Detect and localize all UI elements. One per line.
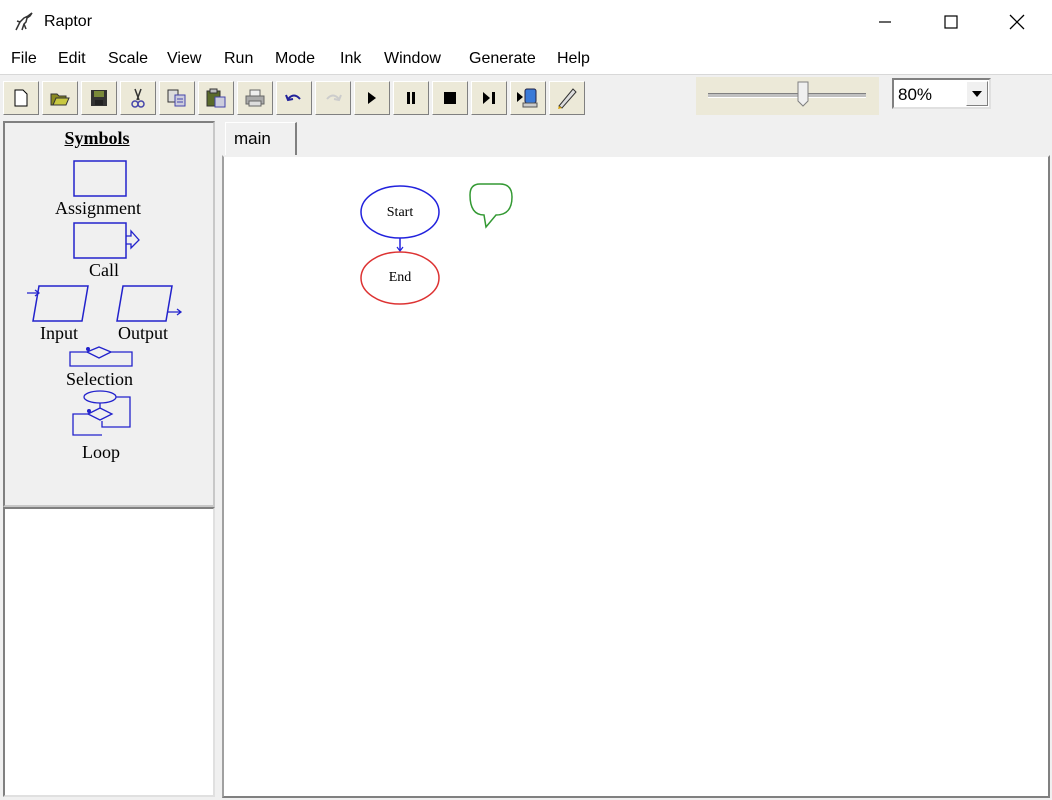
step-icon: [483, 92, 495, 104]
redo-icon: [326, 94, 342, 102]
minimize-button[interactable]: [852, 0, 918, 44]
end-node-label: End: [388, 270, 412, 285]
new-button[interactable]: [3, 81, 39, 115]
window-title: Raptor: [44, 13, 93, 30]
copy-icon: [167, 89, 186, 107]
step-button[interactable]: [471, 81, 507, 115]
raptor-logo-icon: [15, 12, 33, 31]
paste-icon: [206, 88, 226, 108]
close-icon: [1009, 14, 1025, 30]
paste-button[interactable]: [198, 81, 234, 115]
flowchart-canvas[interactable]: Start End: [222, 155, 1050, 798]
pause-icon: [407, 92, 415, 104]
symbols-panel: Symbols Assignment Call Input Output Sel…: [3, 121, 215, 507]
menu-help[interactable]: Help: [557, 50, 590, 68]
open-folder-icon: [50, 93, 70, 106]
menu-ink[interactable]: Ink: [340, 50, 361, 68]
ink-pen-button[interactable]: [549, 81, 585, 115]
new-file-icon: [14, 89, 28, 107]
loop-label: Loop: [82, 442, 120, 462]
speed-slider[interactable]: [696, 77, 879, 115]
output-label: Output: [118, 323, 169, 343]
menu-edit[interactable]: Edit: [58, 50, 86, 68]
menu-generate[interactable]: Generate: [469, 50, 536, 68]
tab-main[interactable]: main: [225, 122, 297, 156]
assignment-label: Assignment: [55, 198, 142, 218]
menu-window[interactable]: Window: [384, 50, 441, 68]
input-label: Input: [40, 323, 78, 343]
menu-file[interactable]: File: [11, 50, 37, 68]
tab-strip: main: [222, 120, 1052, 156]
server-run-icon: [517, 88, 538, 108]
menu-view[interactable]: View: [167, 50, 201, 68]
copy-button[interactable]: [159, 81, 195, 115]
selection-label: Selection: [66, 369, 133, 389]
title-bar: Raptor: [0, 0, 1052, 44]
zoom-value: 80%: [898, 85, 933, 104]
open-button[interactable]: [42, 81, 78, 115]
pen-icon: [558, 88, 577, 109]
redo-button: [315, 81, 351, 115]
scissors-icon: [131, 88, 145, 108]
menu-bar: File Edit Scale View Run Mode Ink Window…: [0, 44, 1052, 75]
comment-bubble[interactable]: [469, 183, 513, 229]
start-node-label: Start: [386, 205, 414, 220]
server-run-button[interactable]: [510, 81, 546, 115]
undo-icon: [285, 94, 301, 102]
save-button[interactable]: [81, 81, 117, 115]
zoom-select[interactable]: 80%: [892, 78, 991, 109]
maximize-icon: [944, 15, 958, 29]
assignment-symbol[interactable]: [73, 160, 129, 198]
menu-run[interactable]: Run: [224, 50, 253, 68]
close-button[interactable]: [984, 0, 1050, 44]
flowchart-drawing: [360, 183, 513, 305]
loop-symbol[interactable]: [69, 390, 135, 438]
tab-main-label: main: [234, 129, 271, 148]
undo-button[interactable]: [276, 81, 312, 115]
zoom-dropdown-button[interactable]: [966, 81, 988, 106]
printer-icon: [245, 89, 265, 107]
execute-button[interactable]: [354, 81, 390, 115]
menu-scale[interactable]: Scale: [108, 50, 148, 68]
print-button[interactable]: [237, 81, 273, 115]
menu-mode[interactable]: Mode: [275, 50, 315, 68]
call-label: Call: [89, 260, 119, 280]
symbols-title: Symbols: [64, 128, 130, 148]
play-icon: [368, 92, 376, 104]
chevron-down-icon: [972, 90, 982, 97]
save-disk-icon: [91, 90, 107, 106]
input-symbol[interactable]: [25, 285, 95, 323]
pause-button[interactable]: [393, 81, 429, 115]
stop-icon: [444, 92, 456, 104]
cut-button[interactable]: [120, 81, 156, 115]
stop-button[interactable]: [432, 81, 468, 115]
output-symbol[interactable]: [115, 285, 187, 323]
maximize-button[interactable]: [918, 0, 984, 44]
slider-track: [708, 93, 866, 98]
call-symbol[interactable]: [73, 222, 145, 260]
selection-symbol[interactable]: [69, 346, 135, 368]
minimize-icon: [879, 21, 891, 23]
slider-thumb[interactable]: [797, 81, 809, 107]
variables-panel: [3, 507, 215, 797]
